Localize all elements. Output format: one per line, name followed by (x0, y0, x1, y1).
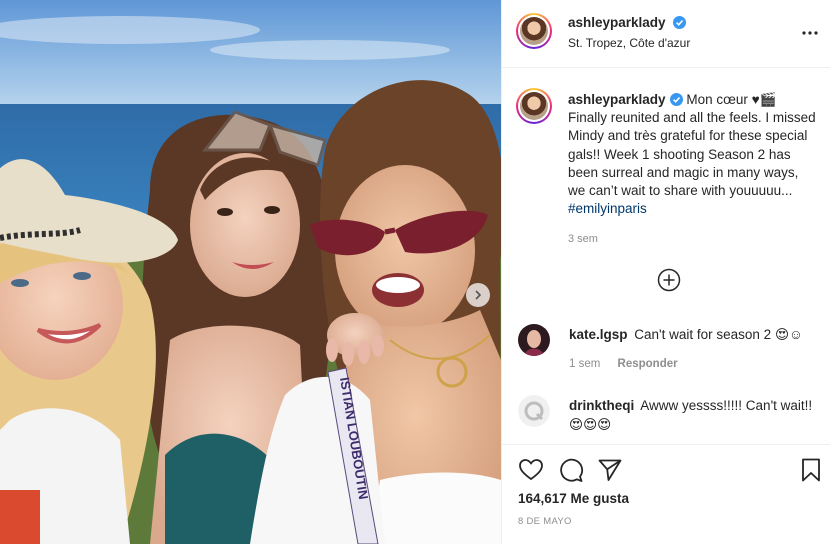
commenter-avatar[interactable] (518, 395, 550, 427)
post-location[interactable]: St. Tropez, Côte d'azur (568, 36, 690, 50)
caption-body: Mon cœur ♥🎬 Finally reunited and all the… (568, 92, 816, 199)
comment-text: Can't wait for season 2 😍☺ (634, 327, 803, 342)
caption-author-avatar[interactable] (516, 88, 552, 124)
bookmark-icon[interactable] (798, 457, 824, 483)
heart-icon[interactable] (518, 457, 544, 483)
chevron-right-icon (475, 290, 482, 300)
author-username[interactable]: ashleyparklady (568, 15, 687, 30)
reply-button[interactable]: Responder (618, 358, 678, 370)
author-avatar[interactable] (516, 13, 552, 49)
caption-hashtag-link[interactable]: #emilyinparis (568, 201, 647, 216)
caption-username[interactable]: ashleyparklady (568, 92, 666, 107)
post-actions: 164,617 Me gusta 8 DE MAYO (502, 444, 830, 544)
author-username-text[interactable]: ashleyparklady (568, 15, 666, 30)
comment-meta: 1 sem Responder (569, 358, 692, 370)
photo-image: ISTIAN LOUBOUTIN (0, 0, 501, 544)
caption-timestamp: 3 sem (568, 233, 598, 245)
paper-plane-icon[interactable] (597, 457, 623, 483)
verified-badge-icon (673, 16, 687, 29)
comment-body: drinktheqi Awww yessss!!!!! Can't wait!!… (569, 396, 821, 434)
verified-badge-icon (669, 93, 683, 106)
comment-username[interactable]: drinktheqi (569, 398, 634, 413)
post-details-panel: ashleyparklady St. Tropez, Côte d'azur a… (501, 0, 830, 544)
commenter-avatar[interactable] (518, 324, 550, 356)
caption-text: ashleyparklady Mon cœur ♥🎬 Finally reuni… (568, 91, 818, 218)
comment-icon[interactable] (558, 457, 584, 483)
like-count[interactable]: 164,617 Me gusta (518, 491, 629, 506)
plus-circle-icon[interactable] (657, 268, 681, 292)
comment-body: kate.lgsp Can't wait for season 2 😍☺ (569, 325, 821, 344)
comment-username[interactable]: kate.lgsp (569, 327, 628, 342)
post-header: ashleyparklady St. Tropez, Côte d'azur (502, 0, 830, 68)
more-options-icon[interactable] (801, 24, 819, 42)
carousel-next-button[interactable] (466, 283, 490, 307)
post-photo[interactable]: ISTIAN LOUBOUTIN (0, 0, 501, 544)
post-date: 8 DE MAYO (518, 516, 572, 527)
comment-timestamp: 1 sem (569, 358, 601, 370)
